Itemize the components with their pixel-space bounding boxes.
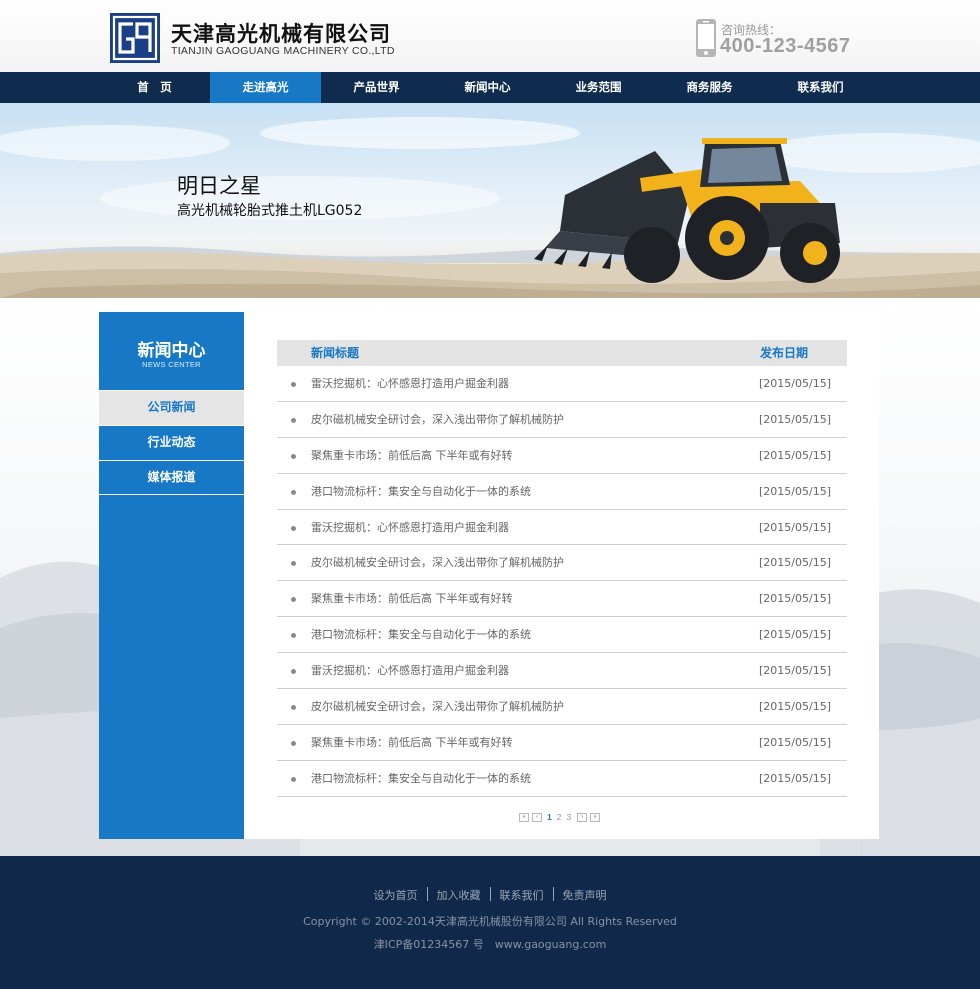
page-number-3[interactable]: 3 bbox=[566, 812, 571, 822]
footer-divider bbox=[426, 887, 428, 901]
news-row[interactable]: 港口物流标杆：集安全与自动化于一体的系统 [2015/05/15] bbox=[277, 474, 847, 510]
news-row[interactable]: 聚焦重卡市场：前低后高 下半年或有好转 [2015/05/15] bbox=[277, 725, 847, 761]
bullet-dot-icon bbox=[291, 597, 296, 603]
news-title-link[interactable]: 皮尔磁机械安全研讨会，深入浅出带你了解机械防护 bbox=[311, 689, 564, 725]
news-date: [2015/05/15] bbox=[759, 448, 831, 462]
footer-link-set-homepage[interactable]: 设为首页 bbox=[374, 887, 418, 903]
sidebar-item-media-reports[interactable]: 媒体报道 bbox=[99, 460, 244, 495]
news-title-link[interactable]: 皮尔磁机械安全研讨会，深入浅出带你了解机械防护 bbox=[311, 402, 564, 438]
hero-banner: 明日之星 高光机械轮胎式推土机LG052 bbox=[0, 103, 980, 298]
nav-item-news[interactable]: 新闻中心 bbox=[432, 72, 543, 103]
gg-logo-icon[interactable] bbox=[110, 13, 160, 63]
news-date: [2015/05/15] bbox=[759, 735, 831, 749]
news-row[interactable]: 聚焦重卡市场：前低后高 下半年或有好转 [2015/05/15] bbox=[277, 581, 847, 618]
news-row[interactable]: 皮尔磁机械安全研讨会，深入浅出带你了解机械防护 [2015/05/15] bbox=[277, 689, 847, 725]
mobile-phone-icon bbox=[695, 18, 717, 58]
company-name-cn[interactable]: 天津高光机械有限公司 bbox=[171, 18, 391, 48]
news-date: [2015/05/15] bbox=[759, 520, 831, 534]
news-title-link[interactable]: 聚焦重卡市场：前低后高 下半年或有好转 bbox=[311, 581, 513, 617]
bullet-dot-icon bbox=[291, 417, 296, 423]
bullet-dot-icon bbox=[291, 633, 296, 639]
news-list-header: 新闻标题 发布日期 bbox=[277, 340, 847, 366]
bullet-dot-icon bbox=[291, 669, 296, 675]
news-date: [2015/05/15] bbox=[759, 592, 831, 606]
sidebar-title: 新闻中心 bbox=[137, 341, 206, 361]
sidebar-menu: 公司新闻 行业动态 媒体报道 bbox=[99, 390, 244, 495]
site-header: 天津高光机械有限公司 TIANJIN GAOGUANG MACHINERY CO… bbox=[0, 0, 980, 72]
news-row[interactable]: 港口物流标杆：集安全与自动化于一体的系统 [2015/05/15] bbox=[277, 617, 847, 654]
footer-links: 设为首页 加入收藏 联系我们 免责声明 bbox=[0, 887, 980, 903]
news-title-link[interactable]: 聚焦重卡市场：前低后高 下半年或有好转 bbox=[311, 438, 513, 474]
news-title-link[interactable]: 港口物流标杆：集安全与自动化于一体的系统 bbox=[311, 761, 531, 797]
news-row[interactable]: 皮尔磁机械安全研讨会，深入浅出带你了解机械防护 [2015/05/15] bbox=[277, 545, 847, 582]
bullet-dot-icon bbox=[291, 525, 296, 531]
news-title-link[interactable]: 雷沃挖掘机：心怀感恩打造用户掘金利器 bbox=[311, 366, 509, 402]
news-title-link[interactable]: 雷沃挖掘机：心怀感恩打造用户掘金利器 bbox=[311, 510, 509, 546]
site-footer: 设为首页 加入收藏 联系我们 免责声明 Copyright © 2002-201… bbox=[0, 856, 980, 989]
footer-link-bookmark[interactable]: 加入收藏 bbox=[437, 887, 481, 903]
footer-link-contact[interactable]: 联系我们 bbox=[500, 887, 544, 903]
nav-item-about[interactable]: 走进高光 bbox=[210, 72, 321, 103]
footer-link-disclaimer[interactable]: 免责声明 bbox=[563, 887, 607, 903]
nav-item-home[interactable]: 首 页 bbox=[99, 72, 210, 103]
icp-record: 津ICP备01234567 号 www.gaoguang.com bbox=[373, 938, 607, 951]
news-row[interactable]: 港口物流标杆：集安全与自动化于一体的系统 [2015/05/15] bbox=[277, 761, 847, 797]
nav-item-contact[interactable]: 联系我们 bbox=[765, 72, 876, 103]
sidebar-item-industry-news[interactable]: 行业动态 bbox=[99, 425, 244, 460]
page-number-1[interactable]: 1 bbox=[547, 812, 552, 822]
bullet-dot-icon bbox=[291, 561, 296, 567]
news-date: [2015/05/15] bbox=[759, 700, 831, 714]
next-page-icon[interactable]: › bbox=[577, 812, 588, 822]
bullet-dot-icon bbox=[291, 453, 296, 459]
news-list: 雷沃挖掘机：心怀感恩打造用户掘金利器 [2015/05/15] 皮尔磁机械安全研讨… bbox=[277, 366, 847, 797]
news-row[interactable]: 雷沃挖掘机：心怀感恩打造用户掘金利器 [2015/05/15] bbox=[277, 366, 847, 402]
news-title-link[interactable]: 聚焦重卡市场：前低后高 下半年或有好转 bbox=[311, 725, 513, 761]
news-title-link[interactable]: 港口物流标杆：集安全与自动化于一体的系统 bbox=[311, 474, 531, 510]
news-row[interactable]: 雷沃挖掘机：心怀感恩打造用户掘金利器 [2015/05/15] bbox=[277, 653, 847, 690]
main-nav: 首 页 走进高光 产品世界 新闻中心 业务范围 商务服务 联系我们 bbox=[0, 72, 980, 103]
news-content-panel: 新闻标题 发布日期 雷沃挖掘机：心怀感恩打造用户掘金利器 [2015/05/15]… bbox=[244, 312, 879, 839]
news-title-link[interactable]: 雷沃挖掘机：心怀感恩打造用户掘金利器 bbox=[311, 653, 509, 689]
news-title-link[interactable]: 皮尔磁机械安全研讨会，深入浅出带你了解机械防护 bbox=[311, 545, 564, 581]
news-date: [2015/05/15] bbox=[759, 484, 831, 498]
bullet-dot-icon bbox=[291, 382, 296, 387]
company-name-en: TIANJIN GAOGUANG MACHINERY CO.,LTD bbox=[171, 45, 395, 57]
first-page-icon[interactable]: « bbox=[519, 812, 529, 822]
wheel-loader-photo bbox=[0, 117, 980, 298]
pagination: « ‹ 1 2 3 › » bbox=[519, 811, 603, 823]
sidebar: 新闻中心 NEWS CENTER 公司新闻 行业动态 媒体报道 bbox=[99, 312, 244, 839]
nav-item-services[interactable]: 商务服务 bbox=[654, 72, 765, 103]
news-row[interactable]: 皮尔磁机械安全研讨会，深入浅出带你了解机械防护 [2015/05/15] bbox=[277, 402, 847, 438]
news-row[interactable]: 雷沃挖掘机：心怀感恩打造用户掘金利器 [2015/05/15] bbox=[277, 510, 847, 546]
bullet-dot-icon bbox=[291, 705, 296, 711]
nav-item-business[interactable]: 业务范围 bbox=[543, 72, 654, 103]
news-date: [2015/05/15] bbox=[759, 412, 831, 426]
banner-title: 明日之星 bbox=[177, 174, 261, 198]
news-date: [2015/05/15] bbox=[759, 628, 831, 642]
news-date: [2015/05/15] bbox=[759, 664, 831, 678]
column-header-date: 发布日期 bbox=[760, 346, 809, 360]
news-date: [2015/05/15] bbox=[759, 556, 831, 570]
bullet-dot-icon bbox=[291, 776, 296, 782]
page-number-2[interactable]: 2 bbox=[557, 812, 562, 822]
news-row[interactable]: 聚焦重卡市场：前低后高 下半年或有好转 [2015/05/15] bbox=[277, 438, 847, 474]
news-title-link[interactable]: 港口物流标杆：集安全与自动化于一体的系统 bbox=[311, 617, 531, 653]
hotline-number: 400-123-4567 bbox=[720, 35, 851, 57]
footer-divider bbox=[552, 887, 554, 901]
sidebar-subtitle: NEWS CENTER bbox=[142, 360, 201, 369]
sidebar-item-company-news[interactable]: 公司新闻 bbox=[99, 390, 244, 425]
prev-page-icon[interactable]: ‹ bbox=[532, 812, 542, 822]
news-date: [2015/05/15] bbox=[759, 771, 831, 785]
bullet-dot-icon bbox=[291, 740, 296, 746]
last-page-icon[interactable]: » bbox=[590, 812, 601, 822]
footer-divider bbox=[489, 887, 491, 901]
copyright-text: Copyright © 2002-2014天津高光机械股份有限公司 All Ri… bbox=[303, 915, 677, 928]
nav-item-products[interactable]: 产品世界 bbox=[321, 72, 432, 103]
news-date: [2015/05/15] bbox=[759, 377, 831, 390]
column-header-title: 新闻标题 bbox=[311, 346, 360, 360]
banner-subtitle: 高光机械轮胎式推土机LG052 bbox=[177, 203, 363, 219]
bullet-dot-icon bbox=[291, 489, 296, 495]
